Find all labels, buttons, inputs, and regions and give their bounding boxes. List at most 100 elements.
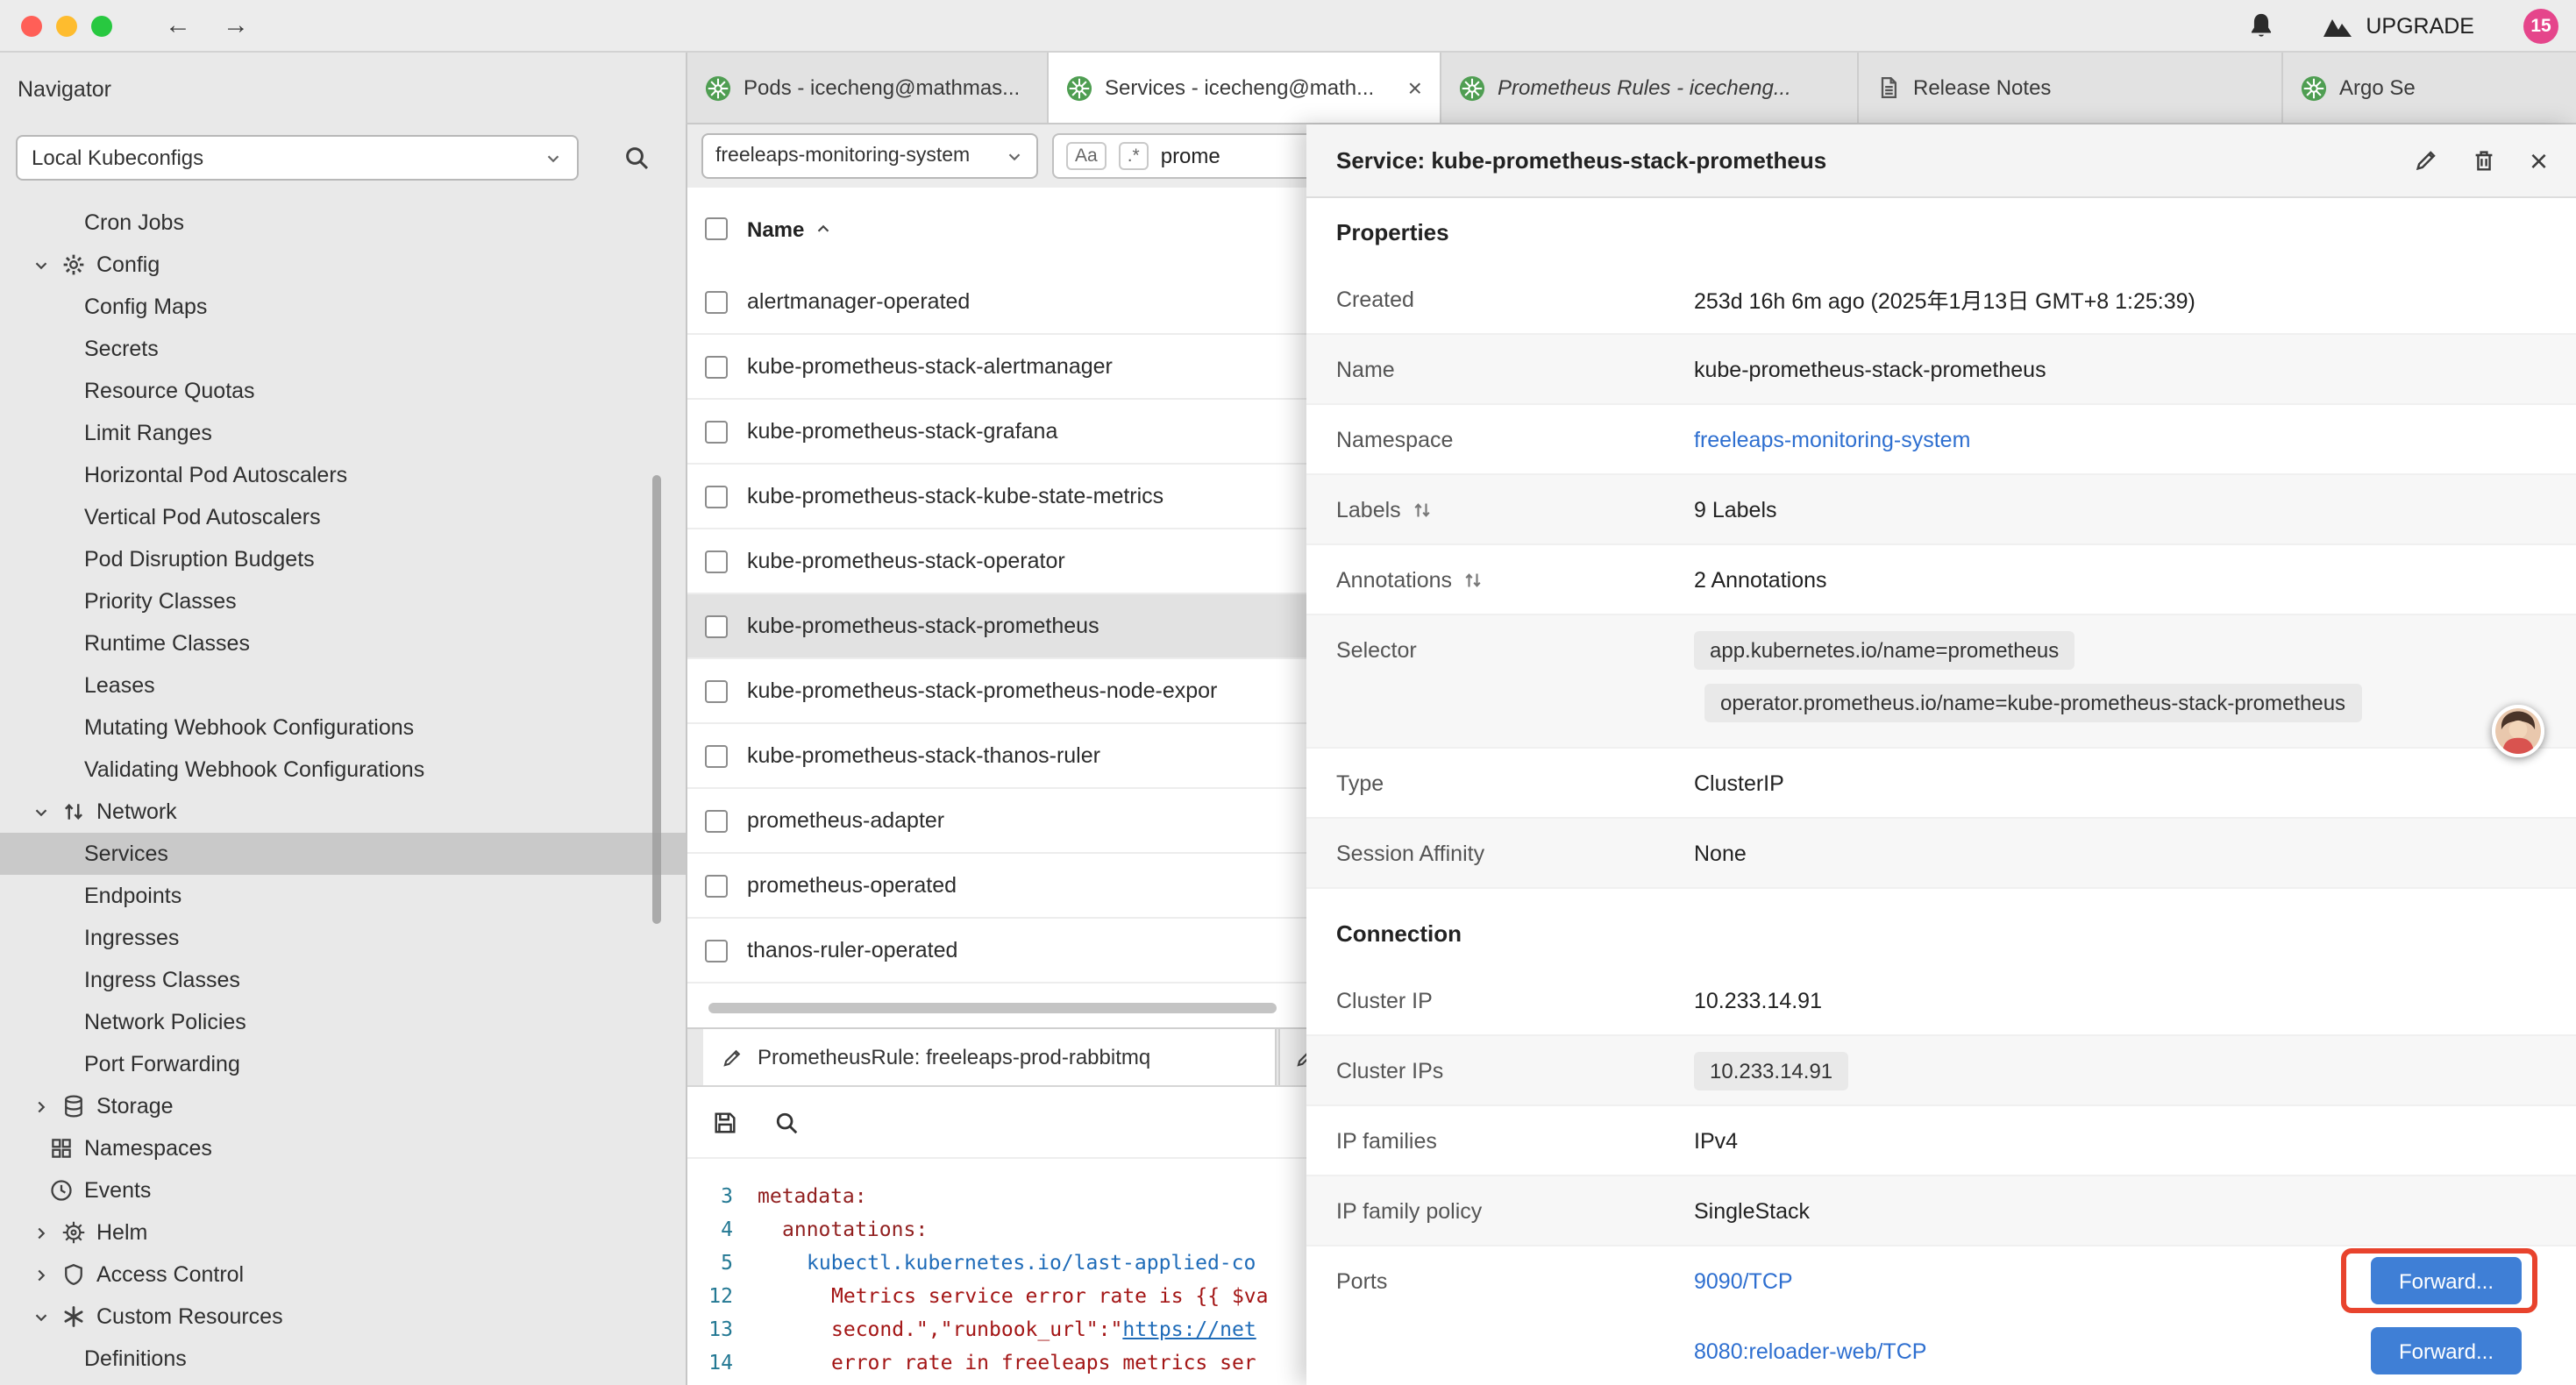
sidebar-item-config[interactable]: Config [0,244,686,286]
row-checkbox[interactable] [705,679,728,702]
sidebar-item-endpoints[interactable]: Endpoints [0,875,686,917]
forward-button[interactable]: Forward... [2371,1327,2522,1374]
table-row[interactable]: kube-prometheus-stack-kube-state-metrics [687,465,1306,529]
table-row[interactable]: kube-prometheus-stack-alertmanager [687,335,1306,400]
search-icon[interactable] [773,1109,800,1135]
table-row[interactable]: prometheus-operated [687,854,1306,919]
sidebar-item-horizontal-pod-autoscalers[interactable]: Horizontal Pod Autoscalers [0,454,686,496]
sidebar-item-services[interactable]: Services [0,833,686,875]
forward-arrow-icon[interactable]: → [223,11,249,40]
namespace-link[interactable]: freeleaps-monitoring-system [1694,427,1970,451]
row-checkbox[interactable] [705,355,728,378]
yaml-editor[interactable]: 3metadata: 4annotations: 5kubectl.kubern… [687,1157,1306,1385]
maximize-window-button[interactable] [91,15,112,36]
sidebar-item-custom-resources[interactable]: Custom Resources [0,1296,686,1338]
table-row[interactable]: kube-prometheus-stack-prometheus-node-ex… [687,659,1306,724]
sidebar-item-secrets[interactable]: Secrets [0,328,686,370]
sidebar-item-runtime-classes[interactable]: Runtime Classes [0,622,686,664]
save-icon[interactable] [712,1109,738,1135]
tab-services[interactable]: Services - icecheng@math... × [1049,53,1441,123]
tab-argo[interactable]: Argo Se [2283,53,2576,123]
table-row[interactable]: kube-prometheus-stack-grafana [687,400,1306,465]
sidebar-item-ingresses[interactable]: Ingresses [0,917,686,959]
sidebar-item-helm[interactable]: Helm [0,1211,686,1254]
sidebar-item-events[interactable]: Events [0,1169,686,1211]
sidebar-scrollbar-thumb[interactable] [652,475,661,924]
sidebar-item-ingress-classes[interactable]: Ingress Classes [0,959,686,1001]
sidebar-item-resource-quotas[interactable]: Resource Quotas [0,370,686,412]
select-all-checkbox[interactable] [705,217,728,240]
upgrade-button[interactable]: UPGRADE [2322,13,2474,38]
expand-toggle-icon[interactable] [1462,569,1484,590]
forward-button[interactable]: Forward... [2371,1257,2522,1304]
delete-trash-icon[interactable] [2472,147,2498,174]
table-row[interactable]: alertmanager-operated [687,270,1306,335]
sidebar-item-pod-disruption-budgets[interactable]: Pod Disruption Budgets [0,538,686,580]
row-checkbox[interactable] [705,939,728,962]
sidebar-item-definitions[interactable]: Definitions [0,1338,686,1380]
table-row-selected[interactable]: kube-prometheus-stack-prometheus [687,594,1306,659]
sidebar-item-port-forwarding[interactable]: Port Forwarding [0,1043,686,1085]
close-drawer-icon[interactable]: × [2530,145,2548,176]
regex-toggle[interactable]: .* [1119,142,1149,170]
kubeconfig-selector[interactable]: Local Kubeconfigs [16,135,579,181]
minimize-window-button[interactable] [56,15,77,36]
sidebar-item-network-policies[interactable]: Network Policies [0,1001,686,1043]
sidebar-item-config-maps[interactable]: Config Maps [0,286,686,328]
notifications-bell-icon[interactable] [2246,11,2276,40]
close-tab-icon[interactable]: × [1398,74,1422,102]
table-row[interactable]: kube-prometheus-stack-thanos-ruler [687,724,1306,789]
row-checkbox[interactable] [705,420,728,443]
row-checkbox[interactable] [705,550,728,572]
name-column-header[interactable]: Name [747,217,804,241]
gear-icon [61,252,86,277]
tab-prometheus-rules[interactable]: Prometheus Rules - icecheng... [1441,53,1859,123]
chevron-down-icon[interactable] [32,255,51,274]
table-row[interactable]: kube-prometheus-stack-operator [687,529,1306,594]
pencil-icon [1294,1046,1306,1069]
row-checkbox[interactable] [705,485,728,508]
chevron-down-icon[interactable] [32,802,51,821]
chevron-right-icon[interactable] [32,1265,51,1284]
table-row[interactable]: prometheus-adapter [687,789,1306,854]
notification-count-badge[interactable]: 15 [2523,8,2558,43]
user-avatar[interactable] [2492,705,2544,757]
chevron-down-icon[interactable] [32,1307,51,1326]
sidebar-item-limit-ranges[interactable]: Limit Ranges [0,412,686,454]
close-window-button[interactable] [21,15,42,36]
sidebar-item-leases[interactable]: Leases [0,664,686,707]
back-arrow-icon[interactable]: ← [165,11,191,40]
sidebar-item-vertical-pod-autoscalers[interactable]: Vertical Pod Autoscalers [0,496,686,538]
tab-release-notes[interactable]: Release Notes [1859,53,2283,123]
sidebar-item-priority-classes[interactable]: Priority Classes [0,580,686,622]
sidebar-item-access-control[interactable]: Access Control [0,1254,686,1296]
sidebar-item-storage[interactable]: Storage [0,1085,686,1127]
match-case-toggle[interactable]: Aa [1066,142,1107,170]
sidebar-item-network[interactable]: Network [0,791,686,833]
sidebar-item-cron-jobs[interactable]: Cron Jobs [0,202,686,244]
row-checkbox[interactable] [705,809,728,832]
sort-ascending-icon[interactable] [813,219,832,238]
chevron-right-icon[interactable] [32,1097,51,1116]
chevron-right-icon[interactable] [32,1223,51,1242]
dock-tab-partial[interactable] [1278,1029,1306,1085]
sidebar-item-namespaces[interactable]: Namespaces [0,1127,686,1169]
port-link[interactable]: 9090/TCP [1694,1269,1793,1294]
expand-toggle-icon[interactable] [1412,499,1433,520]
row-checkbox[interactable] [705,874,728,897]
port-link[interactable]: 8080:reloader-web/TCP [1694,1339,1926,1364]
row-checkbox[interactable] [705,290,728,313]
services-list-panel: freeleaps-monitoring-system Aa .* prome … [687,124,1306,1385]
row-checkbox[interactable] [705,614,728,637]
edit-pencil-icon[interactable] [2414,147,2440,174]
namespace-filter-select[interactable]: freeleaps-monitoring-system [701,133,1038,179]
tab-pods[interactable]: Pods - icecheng@mathmas... [687,53,1049,123]
sidebar-item-validating-webhook-configurations[interactable]: Validating Webhook Configurations [0,749,686,791]
sidebar-item-mutating-webhook-configurations[interactable]: Mutating Webhook Configurations [0,707,686,749]
dock-tab-prometheusrule[interactable]: PrometheusRule: freeleaps-prod-rabbitmq [703,1029,1277,1085]
row-checkbox[interactable] [705,744,728,767]
list-search-input[interactable]: Aa .* prome [1052,133,1306,179]
horizontal-scrollbar-thumb[interactable] [708,1003,1277,1013]
table-row[interactable]: thanos-ruler-operated [687,919,1306,984]
search-icon[interactable] [623,144,651,172]
